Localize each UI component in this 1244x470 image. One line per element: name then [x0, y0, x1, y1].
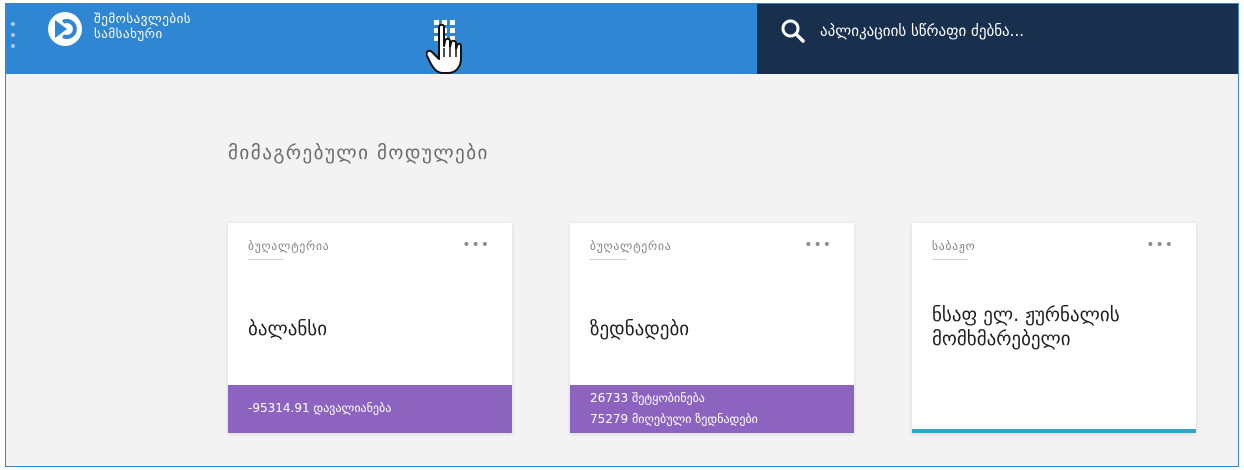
- module-card-balance[interactable]: ბუღალტერია ••• ბალანსი -95314.91 დავალია…: [228, 223, 512, 433]
- card-footer: 26733 შეტყობინება 75279 მიღებული ზედნადე…: [570, 385, 854, 433]
- top-bar: შემოსავლების სამსახური: [6, 4, 1238, 74]
- footer-line-received-waybills: 75279 მიღებული ზედნადები: [590, 412, 758, 426]
- card-category: ბუღალტერია: [248, 239, 330, 253]
- top-bar-brand-area: შემოსავლების სამსახური: [6, 4, 757, 74]
- section-title: მიმაგრებული მოდულები: [228, 142, 489, 164]
- card-title: ნსაფ ელ. ჟურნალის მომხმარებელი: [932, 304, 1120, 350]
- module-card-nsaf-journal[interactable]: საბაჟო ••• ნსაფ ელ. ჟურნალის მომხმარებელ…: [912, 223, 1196, 433]
- brand-name[interactable]: შემოსავლების სამსახური: [94, 12, 191, 42]
- search-icon[interactable]: [780, 18, 806, 44]
- category-underline: [932, 259, 968, 260]
- card-category: საბაჟო: [932, 239, 976, 253]
- card-more-options-icon[interactable]: •••: [804, 237, 832, 253]
- brand-line-2: სამსახური: [94, 27, 163, 42]
- footer-line-messages: 26733 შეტყობინება: [590, 391, 705, 405]
- card-category: ბუღალტერია: [590, 239, 672, 253]
- card-more-options-icon[interactable]: •••: [1146, 237, 1174, 253]
- module-card-waybills[interactable]: ბუღალტერია ••• ზედნადები 26733 შეტყობინე…: [570, 223, 854, 433]
- card-title: ზედნადები: [590, 318, 690, 340]
- category-underline: [248, 259, 284, 260]
- brand-line-1: შემოსავლების: [94, 12, 192, 27]
- card-more-options-icon[interactable]: •••: [462, 237, 490, 253]
- logo-icon[interactable]: [47, 11, 83, 47]
- card-footer: -95314.91 დავალიანება: [228, 385, 512, 433]
- card-accent-bar: [912, 429, 1196, 433]
- category-underline: [590, 259, 626, 260]
- search-bar: [757, 4, 1238, 74]
- kebab-menu-icon[interactable]: [11, 22, 17, 52]
- app-search-input[interactable]: [820, 18, 1220, 44]
- footer-line-debt: -95314.91 დავალიანება: [248, 401, 392, 415]
- app-window: შემოსავლების სამსახური აპლიკაციის სწრაფი…: [5, 3, 1239, 467]
- hand-pointer-cursor-icon: [426, 24, 462, 74]
- card-title: ბალანსი: [248, 318, 328, 340]
